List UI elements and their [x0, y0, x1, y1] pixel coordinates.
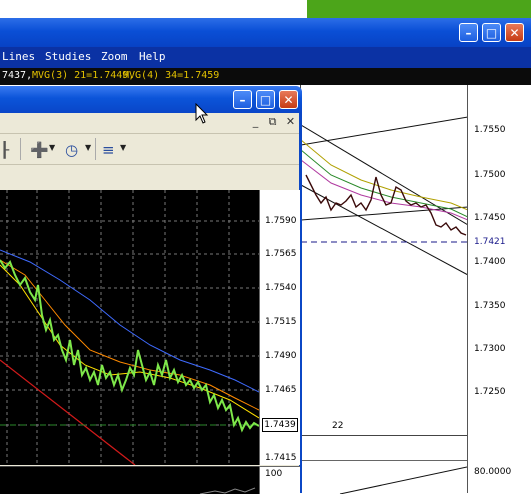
status-mvg34: MVG(4) 34=1.7459	[123, 70, 220, 81]
back-ma-green-line	[301, 149, 468, 218]
price-candles	[0, 259, 259, 433]
mdi-restore-button[interactable]: ⧉	[265, 115, 280, 130]
back-date-label: 22	[332, 421, 344, 431]
back-indicator-canvas	[339, 466, 467, 494]
front-maximize-button[interactable]: □	[256, 90, 275, 109]
back-indicator-pane[interactable]	[300, 460, 467, 494]
chevron-down-icon[interactable]: ▼	[49, 143, 55, 152]
front-ytick: 1.7515	[265, 317, 297, 327]
red-trend-line	[0, 359, 136, 465]
front-price-axis[interactable]: 1.7590 1.7565 1.7540 1.7515 1.7490 1.746…	[259, 190, 300, 465]
add-indicator-icon[interactable]: ➕	[30, 139, 49, 161]
back-menu-bar: Lines Studies Zoom Help	[0, 47, 531, 68]
background-window-strip	[307, 0, 531, 18]
front-indicator-axis[interactable]: 100	[259, 466, 300, 494]
chart-grid	[0, 190, 259, 465]
back-window-titlebar[interactable]: – □ ✕	[0, 18, 531, 47]
toolbar-divider	[95, 138, 96, 160]
back-current-price-tick: 1.7421	[474, 237, 506, 247]
front-indicator-line	[199, 487, 256, 494]
front-ytick: 1.7590	[265, 216, 297, 226]
back-price-chart[interactable]	[300, 85, 468, 436]
front-current-price-label: 1.7439	[262, 418, 298, 432]
clock-icon[interactable]: ◷	[65, 139, 78, 161]
chevron-down-icon[interactable]: ▼	[85, 143, 91, 152]
front-ytick: 1.7540	[265, 283, 297, 293]
menu-zoom[interactable]: Zoom	[101, 50, 128, 63]
front-chart-canvas	[0, 190, 259, 465]
channel-base-line	[301, 206, 468, 221]
menu-help[interactable]: Help	[139, 50, 166, 63]
back-ytick: 1.7400	[474, 257, 506, 267]
front-minimize-button[interactable]: –	[233, 90, 252, 109]
back-candles	[305, 174, 467, 236]
front-ytick: 1.7465	[265, 385, 297, 395]
chart-toolbar: ┠ ➕ ▼ ◷ ▼ ≡ ▼	[0, 133, 299, 165]
front-ytick: 1.7415	[265, 453, 297, 463]
front-indicator-tick: 100	[265, 469, 283, 479]
back-close-button[interactable]: ✕	[505, 23, 524, 42]
ma-orange-line	[0, 259, 259, 411]
status-mvg21: MVG(3) 21=1.7449,	[32, 70, 135, 81]
front-indicator-canvas	[199, 487, 256, 494]
mdi-minimize-button[interactable]: _	[248, 115, 263, 130]
back-ytick: 1.7350	[474, 301, 506, 311]
back-indicator-line	[339, 466, 467, 494]
front-indicator-pane[interactable]	[0, 466, 259, 494]
chevron-down-icon[interactable]: ▼	[120, 143, 126, 152]
back-price-axis[interactable]: 1.7550 1.7500 1.7450 1.7421 1.7400 1.735…	[467, 85, 531, 493]
line-tool-icon[interactable]: ┠	[0, 139, 9, 161]
mouse-cursor-icon	[195, 103, 209, 124]
toolbar-divider	[20, 138, 21, 160]
back-ytick: 1.7500	[474, 170, 506, 180]
menu-studies[interactable]: Studies	[45, 50, 91, 63]
toolbar-spacer	[0, 165, 299, 190]
back-ytick: 1.7300	[474, 344, 506, 354]
front-window-titlebar[interactable]: – □ ✕	[0, 86, 302, 113]
back-ytick: 1.7250	[474, 387, 506, 397]
back-ma-purple-line	[301, 159, 468, 221]
front-close-button[interactable]: ✕	[279, 90, 298, 109]
channel-upper-line	[301, 116, 468, 146]
mdi-controls-bar: _ ⧉ ✕	[0, 113, 299, 133]
back-ytick: 1.7550	[474, 125, 506, 135]
back-ytick: 1.7450	[474, 213, 506, 223]
front-ytick: 1.7565	[265, 249, 297, 259]
status-price: 7437,	[2, 70, 33, 81]
channel-mid-line	[301, 124, 468, 226]
back-minimize-button[interactable]: –	[459, 23, 478, 42]
mdi-close-button[interactable]: ✕	[283, 115, 298, 130]
indicator-status-bar: 7437, MVG(3) 21=1.7449, MVG(4) 34=1.7459	[0, 68, 531, 85]
back-chart-canvas	[301, 116, 468, 276]
front-price-chart[interactable]	[0, 190, 259, 465]
back-lower-axis-tick: 80.0000	[474, 467, 512, 477]
desktop-area	[0, 0, 307, 18]
front-ytick: 1.7490	[265, 351, 297, 361]
menu-lines[interactable]: Lines	[2, 50, 35, 63]
chart-template-icon[interactable]: ≡	[102, 139, 115, 161]
back-maximize-button[interactable]: □	[482, 23, 501, 42]
